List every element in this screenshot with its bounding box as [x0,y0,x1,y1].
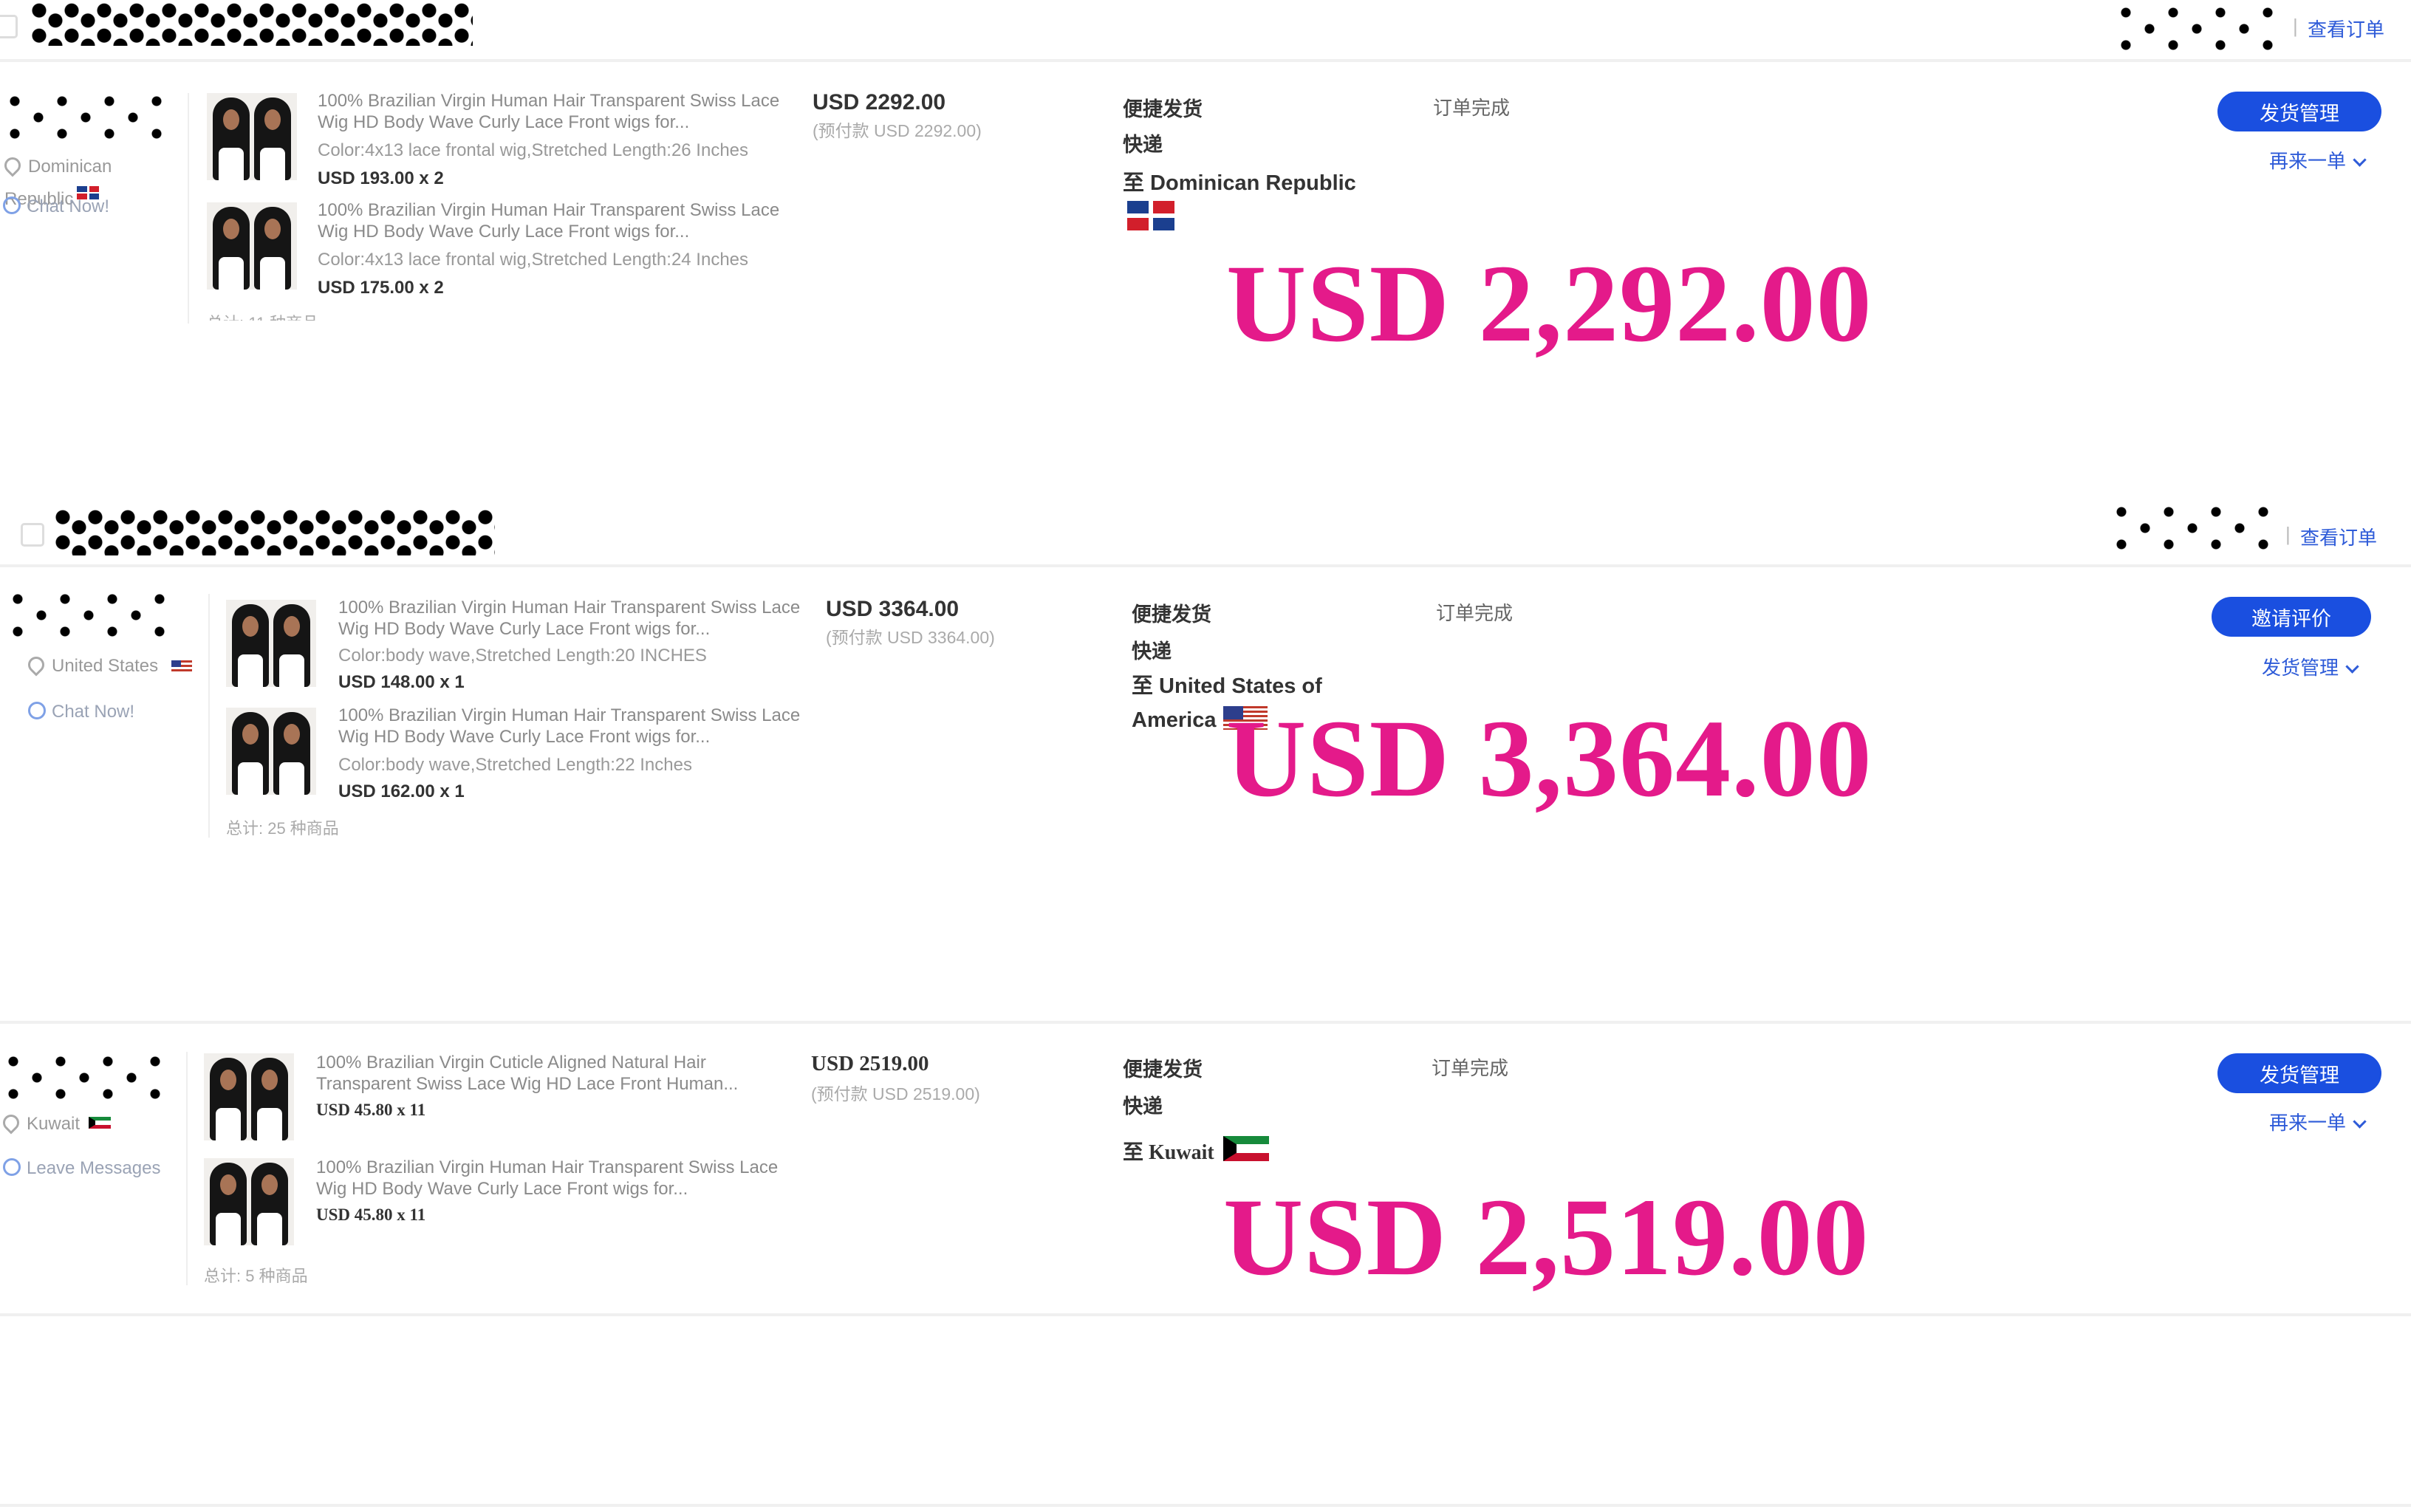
row-divider [0,1313,2411,1316]
shipping-management-button[interactable]: 发货管理 [2217,92,2381,131]
prepaid-amount: (预付款 USD 3364.00) [826,628,995,647]
order-total-overlay: USD 3,364.00 [1226,697,1873,820]
redacted-buyer-name [1,1053,173,1102]
product-attributes: Color:body wave,Stretched Length:20 INCH… [338,646,707,666]
location-pin-icon [24,653,48,677]
shipping-method: 便捷发货 [1123,98,1203,120]
product-price: USD 45.80 x 11 [316,1101,426,1119]
buyer-location: United States [24,653,158,677]
product-price: USD 175.00 x 2 [318,278,444,298]
product-thumbnail[interactable] [207,93,297,180]
location-pin-icon [1,154,24,177]
column-divider [208,594,210,838]
redacted-order-number [55,510,495,555]
redacted-order-date [2114,4,2278,50]
reorder-link[interactable]: 再来一单 [2269,1108,2367,1135]
order-amount: USD 2292.00 [813,90,946,114]
separator: | [2285,523,2291,545]
product-attributes: Color:4x13 lace frontal wig,Stretched Le… [318,140,749,160]
destination: 至 Kuwait [1123,1141,1214,1164]
product-price: USD 193.00 x 2 [318,168,444,188]
bottom-border [0,1504,2411,1507]
chevron-down-icon [2345,660,2359,674]
product-attributes: Color:body wave,Stretched Length:22 Inch… [338,755,692,775]
separator: | [2293,15,2298,37]
shipping-management-link[interactable]: 发货管理 [2262,653,2359,680]
column-divider [186,1052,188,1285]
column-divider [188,93,189,324]
kuwait-flag-icon [1223,1136,1269,1161]
shipping-method: 便捷发货 [1132,603,1211,626]
view-order-link[interactable]: 查看订单 [2308,15,2384,42]
order-status: 订单完成 [1432,1057,1509,1079]
product-thumbnail[interactable] [207,202,297,290]
chat-icon [3,196,21,214]
product-title[interactable]: 100% Brazilian Virgin Human Hair Transpa… [338,705,811,748]
express-label: 快递 [1123,1095,1163,1118]
express-label: 快递 [1132,640,1172,663]
item-total: 总计: 11 种商品 [207,310,318,321]
order-total-overlay: USD 2,519.00 [1223,1176,1870,1299]
prepaid-amount: (预付款 USD 2292.00) [813,121,982,140]
redacted-buyer-name [6,591,177,640]
product-title[interactable]: 100% Brazilian Virgin Cuticle Aligned Na… [316,1052,789,1095]
destination: 至 Dominican Republic [1123,171,1356,195]
row-divider [0,1021,2411,1024]
chevron-down-icon [2353,153,2367,167]
order-amount: USD 2519.00 [811,1052,929,1075]
view-order-link[interactable]: 查看订单 [2300,523,2377,550]
buyer-location: Kuwait [0,1111,80,1135]
product-title[interactable]: 100% Brazilian Virgin Human Hair Transpa… [318,199,790,242]
location-pin-icon [0,1111,23,1135]
chat-icon [3,1158,21,1176]
us-flag-icon [171,660,192,672]
order-status: 订单完成 [1436,602,1514,624]
product-thumbnail[interactable] [226,600,316,687]
express-label: 快递 [1123,134,1163,156]
order-status: 订单完成 [1433,97,1511,119]
redacted-buyer-name [3,93,174,142]
redacted-order-date [2110,504,2274,553]
chat-icon [28,702,46,719]
order-checkbox[interactable] [21,523,44,547]
product-title[interactable]: 100% Brazilian Virgin Human Hair Transpa… [316,1157,789,1200]
redacted-order-number [31,3,473,46]
product-price: USD 45.80 x 11 [316,1205,426,1224]
reorder-link[interactable]: 再来一单 [2269,146,2367,174]
product-thumbnail[interactable] [204,1053,294,1140]
order-total-overlay: USD 2,292.00 [1226,242,1873,365]
chat-now-link[interactable]: Chat Now! [28,702,134,722]
row-divider [0,564,2411,567]
product-attributes: Color:4x13 lace frontal wig,Stretched Le… [318,250,749,270]
order-amount: USD 3364.00 [826,597,960,621]
invite-review-button[interactable]: 邀请评价 [2212,597,2371,637]
dominican-flag-icon [1127,201,1174,230]
product-title[interactable]: 100% Brazilian Virgin Human Hair Transpa… [338,597,811,640]
order-checkbox[interactable] [0,15,18,38]
chevron-down-icon [2353,1115,2367,1129]
kuwait-flag-icon [89,1117,111,1129]
product-thumbnail[interactable] [226,708,316,795]
product-thumbnail[interactable] [204,1158,294,1245]
chat-now-link[interactable]: Chat Now! [3,196,109,217]
shipping-management-button[interactable]: 发货管理 [2217,1053,2381,1093]
item-total: 总计: 5 种商品 [204,1267,308,1285]
product-price: USD 162.00 x 1 [338,781,465,801]
item-total: 总计: 25 种商品 [226,819,339,838]
product-price: USD 148.00 x 1 [338,672,465,692]
shipping-method: 便捷发货 [1123,1058,1203,1081]
product-title[interactable]: 100% Brazilian Virgin Human Hair Transpa… [318,90,790,133]
leave-messages-link[interactable]: Leave Messages [3,1158,160,1179]
row-divider [0,59,2411,62]
prepaid-amount: (预付款 USD 2519.00) [811,1084,980,1104]
